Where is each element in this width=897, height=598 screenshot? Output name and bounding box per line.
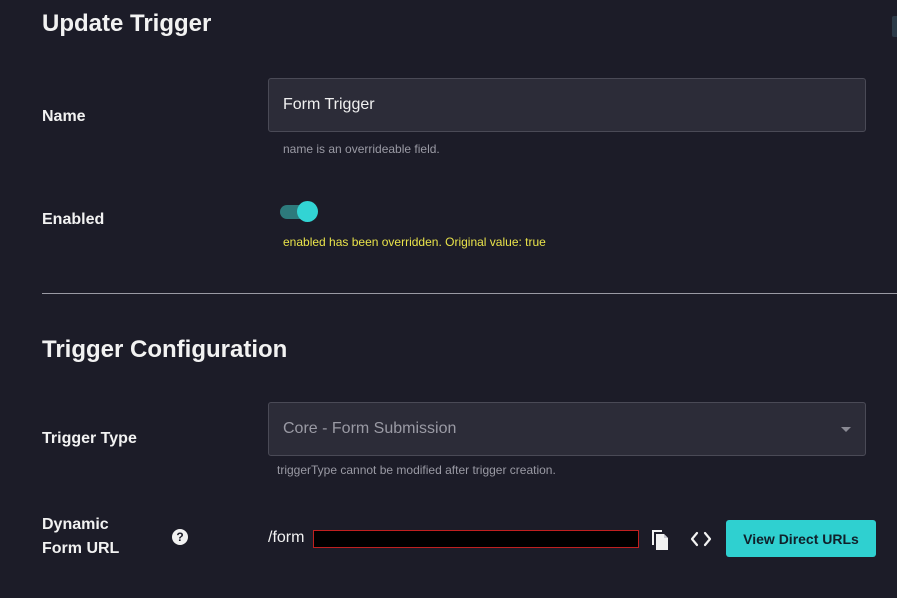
update-trigger-page: Update Trigger Name name is an overridea… xyxy=(0,0,897,598)
form-url-prefix: /form xyxy=(268,529,305,546)
enabled-toggle[interactable] xyxy=(280,201,318,222)
name-input[interactable] xyxy=(268,78,866,132)
scrollbar-thumb[interactable] xyxy=(892,16,897,37)
name-label: Name xyxy=(42,108,86,125)
trigger-type-label: Trigger Type xyxy=(42,430,137,447)
code-brackets-icon[interactable] xyxy=(690,529,712,549)
dynamic-form-url-label-line1: Dynamic xyxy=(42,516,109,533)
section-divider xyxy=(42,293,897,294)
redacted-url-value xyxy=(313,530,639,548)
enabled-override-warning: enabled has been overridden. Original va… xyxy=(283,235,546,249)
update-trigger-title: Update Trigger xyxy=(42,10,212,37)
copy-icon[interactable] xyxy=(648,528,670,552)
enabled-label: Enabled xyxy=(42,211,105,228)
trigger-type-value: Core - Form Submission xyxy=(283,420,457,437)
trigger-type-helper-text: triggerType cannot be modified after tri… xyxy=(277,463,556,477)
dynamic-form-url-label-line2: Form URL xyxy=(42,540,120,557)
trigger-configuration-title: Trigger Configuration xyxy=(42,336,288,363)
trigger-type-select[interactable]: Core - Form Submission xyxy=(268,402,866,456)
question-circle-icon[interactable]: ? xyxy=(172,529,188,545)
name-helper-text: name is an overrideable field. xyxy=(283,142,440,156)
toggle-knob xyxy=(297,201,318,222)
chevron-down-icon xyxy=(841,427,851,432)
view-direct-urls-button[interactable]: View Direct URLs xyxy=(726,520,876,557)
